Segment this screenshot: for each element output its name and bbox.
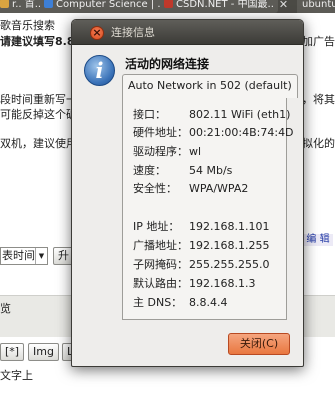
detail-label: 驱动程序： xyxy=(133,145,188,158)
browser-tab-strip: r.. 首.. Computer Science | ... CSDN.NET … xyxy=(0,0,335,13)
detail-value: 00:21:00:4B:74:4D xyxy=(189,126,294,139)
chevron-down-icon: ▼ xyxy=(35,248,47,264)
detail-label: IP 地址： xyxy=(133,220,180,233)
browser-tab[interactable]: CSDN.NET - 中国最.. xyxy=(160,0,278,13)
detail-row-hardware-address: 硬件地址：00:21:00:4B:74:4D xyxy=(133,126,294,140)
info-icon: i xyxy=(84,55,115,86)
detail-row-subnet-mask: 子网掩码：255.255.255.0 xyxy=(133,258,269,272)
active-connections-heading: 活动的网络连接 xyxy=(125,57,210,71)
detail-value: WPA/WPA2 xyxy=(189,182,249,195)
detail-row-default-route: 默认路由：192.168.1.3 xyxy=(133,277,255,291)
detail-row-interface: 接口： 802.11 WiFi (eth1) xyxy=(133,108,290,122)
dialog-title: 连接信息 xyxy=(111,26,155,39)
detail-value: 192.168.1.255 xyxy=(189,239,270,252)
tab-connection[interactable]: Auto Network in 502 (default) xyxy=(122,74,298,98)
detail-value: 192.168.1.3 xyxy=(189,277,256,290)
detail-value: 802.11 WiFi (eth1) xyxy=(189,108,291,121)
close-icon[interactable]: × xyxy=(90,26,104,40)
detail-row-ip-address: IP 地址： 192.168.1.101 xyxy=(133,220,269,234)
detail-label: 广播地址： xyxy=(133,239,188,252)
detail-value: 54 Mb/s xyxy=(189,164,233,177)
detail-label: 默认路由： xyxy=(133,277,188,290)
img-button[interactable]: Img xyxy=(28,343,59,361)
detail-label: 接口： xyxy=(133,108,166,121)
detail-label: 主 DNS： xyxy=(133,296,183,309)
detail-value: 192.168.1.101 xyxy=(189,220,270,233)
edit-link[interactable]: 编 辑 xyxy=(303,234,333,246)
connection-info-dialog: × 连接信息 i 活动的网络连接 Auto Network in 502 (de… xyxy=(71,19,304,367)
detail-value: 8.8.4.4 xyxy=(189,296,228,309)
detail-label: 安全性： xyxy=(133,182,177,195)
browser-tab[interactable]: Computer Science | ... xyxy=(40,0,171,13)
detail-label: 子网掩码： xyxy=(133,258,188,271)
page-text: 文字上 xyxy=(0,369,33,382)
tab-favicon-icon xyxy=(44,0,53,8)
time-select[interactable]: 表时间 ▼ xyxy=(0,247,48,265)
tab-favicon-icon xyxy=(0,0,9,8)
detail-value: 255.255.255.0 xyxy=(189,258,270,271)
detail-value: wl xyxy=(189,145,202,158)
tab-close-icon[interactable]: ✕ xyxy=(277,0,290,11)
browser-tab[interactable]: ubuntu论 xyxy=(297,0,335,13)
detail-label: 硬件地址： xyxy=(133,126,188,139)
detail-row-speed: 速度： 54 Mb/s xyxy=(133,164,232,178)
list-button[interactable]: [*] xyxy=(0,343,25,361)
detail-row-security: 安全性： WPA/WPA2 xyxy=(133,182,248,196)
close-button[interactable]: 关闭(C) xyxy=(228,333,290,355)
detail-row-broadcast-address: 广播地址：192.168.1.255 xyxy=(133,239,269,253)
detail-label: 速度： xyxy=(133,164,166,177)
tab-favicon-icon xyxy=(164,0,173,8)
browser-tab[interactable]: r.. 首.. xyxy=(0,0,46,13)
detail-row-driver: 驱动程序：wl xyxy=(133,145,201,159)
page-text: 歌音乐搜索 xyxy=(0,19,55,32)
panel-label: 览 xyxy=(0,302,11,315)
dialog-titlebar[interactable]: × 连接信息 xyxy=(72,20,303,45)
detail-row-primary-dns: 主 DNS： 8.8.4.4 xyxy=(133,296,227,310)
